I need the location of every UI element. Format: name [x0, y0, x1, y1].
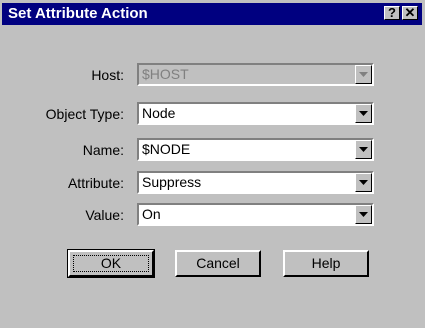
cancel-button-label: Cancel [196, 255, 240, 271]
close-button[interactable]: ✕ [402, 6, 418, 20]
attribute-label: Attribute: [67, 175, 124, 191]
chevron-down-icon [359, 212, 368, 217]
cancel-button[interactable]: Cancel [175, 250, 261, 277]
title-bar: Set Attribute Action ? ✕ [2, 3, 422, 25]
chevron-down-icon [359, 111, 368, 116]
object-type-value: Node [142, 105, 176, 121]
name-combo[interactable]: $NODE [137, 138, 374, 161]
focus-rectangle [73, 255, 149, 272]
chevron-down-icon [359, 147, 368, 152]
name-label: Name: [82, 142, 124, 158]
help-button[interactable]: Help [283, 250, 369, 277]
value-label: Value: [85, 207, 124, 223]
value-combo[interactable]: On [137, 203, 374, 226]
attribute-value: Suppress [142, 174, 202, 190]
value-value: On [142, 206, 161, 222]
attribute-combo[interactable]: Suppress [137, 171, 374, 194]
host-label: Host: [91, 67, 124, 83]
value-dropdown-button[interactable] [355, 205, 372, 224]
name-value: $NODE [142, 141, 191, 157]
dialog-title: Set Attribute Action [8, 5, 148, 22]
close-icon: ✕ [404, 5, 416, 20]
chevron-down-icon [359, 180, 368, 185]
help-button-label: Help [311, 255, 341, 271]
name-dropdown-button[interactable] [355, 140, 372, 159]
object-type-label: Object Type: [45, 106, 124, 122]
object-type-dropdown-button[interactable] [355, 104, 372, 123]
host-value: $HOST [142, 66, 189, 82]
host-combo: $HOST [137, 63, 374, 86]
object-type-combo[interactable]: Node [137, 102, 374, 125]
help-titlebar-button[interactable]: ? [384, 6, 400, 20]
host-dropdown-button [355, 65, 372, 84]
ok-button[interactable]: OK [67, 249, 155, 278]
set-attribute-action-dialog: Set Attribute Action ? ✕ Host: $HOST Obj… [0, 0, 425, 328]
attribute-dropdown-button[interactable] [355, 173, 372, 192]
chevron-down-icon [359, 72, 368, 77]
